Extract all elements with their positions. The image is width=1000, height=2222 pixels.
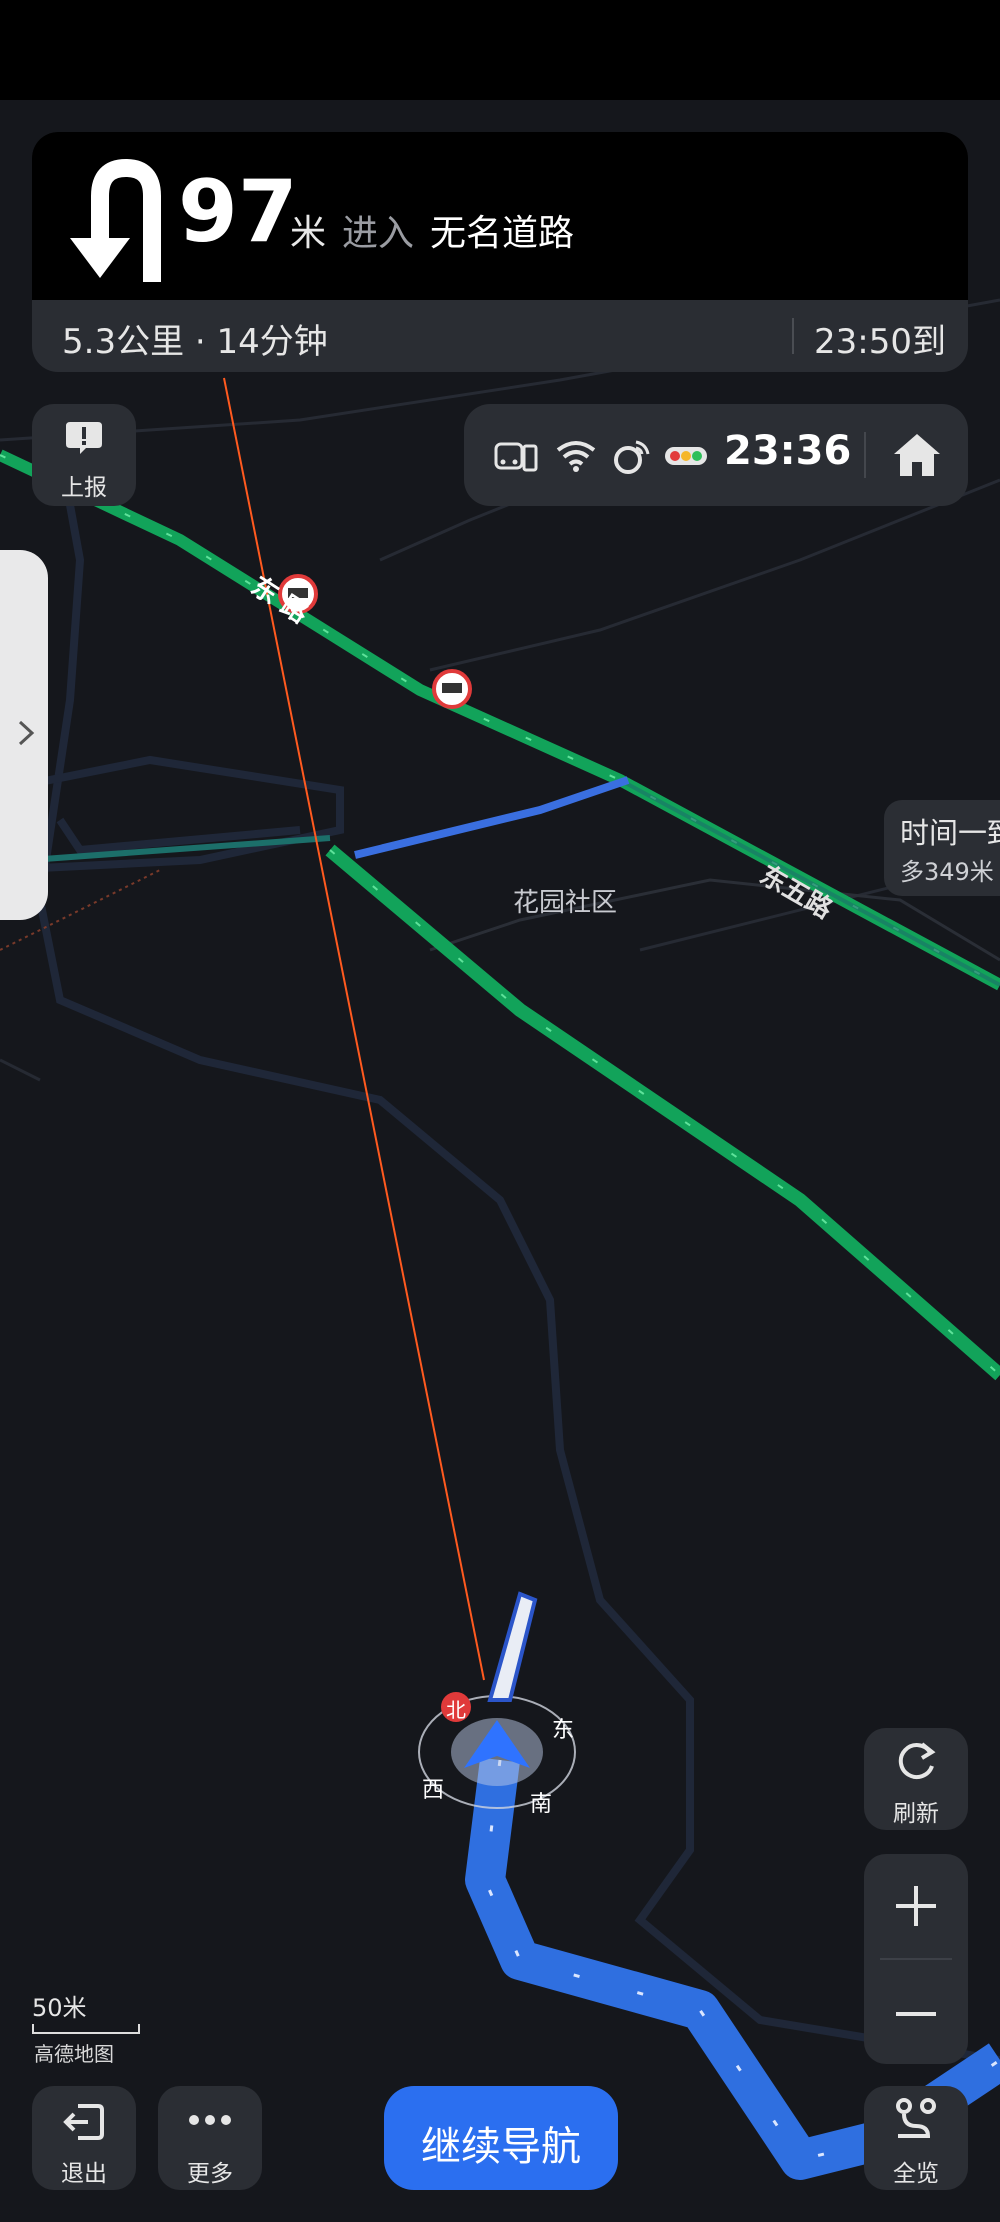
arrival-time: 23:50到 — [814, 322, 946, 362]
refresh-icon — [898, 1742, 936, 1780]
zoom-in-icon[interactable] — [894, 1884, 938, 1928]
gps-signal-icon — [614, 440, 650, 474]
overview-label: 全览 — [893, 2161, 939, 2187]
guidance-card[interactable]: 97 米 进入 无名道路 5.3公里 · 14分钟 23:50到 — [32, 132, 968, 372]
exit-icon — [63, 2104, 104, 2140]
continue-navigation-label: 继续导航 — [421, 2124, 581, 2170]
continue-navigation-button[interactable]: 继续导航 — [384, 2086, 618, 2190]
trip-summary-bar: 5.3公里 · 14分钟 23:50到 — [32, 300, 968, 372]
exit-label: 退出 — [61, 2161, 107, 2187]
chevron-right-icon — [18, 720, 35, 746]
report-button[interactable]: 上报 — [32, 404, 136, 506]
overview-button[interactable]: 全览 — [864, 2086, 968, 2190]
compass-north: 北 — [446, 1698, 466, 1722]
refresh-label: 刷新 — [893, 1801, 939, 1827]
next-road-name: 无名道路 — [430, 213, 575, 254]
divider — [864, 432, 866, 478]
u-turn-icon — [70, 158, 161, 282]
poi-label-community: 花园社区 — [513, 888, 618, 918]
remaining-distance-time: 5.3公里 · 14分钟 — [62, 322, 328, 362]
maneuver-action: 进入 — [342, 213, 415, 254]
wifi-icon — [556, 441, 596, 472]
speed-camera-icon — [432, 669, 472, 709]
divider — [792, 318, 794, 354]
alt-route-link — [354, 776, 630, 859]
compass-east: 东 — [552, 1718, 575, 1743]
zoom-control — [864, 1854, 968, 2064]
route-overview-icon — [896, 2098, 936, 2138]
map-scale-label: 50米 — [32, 1994, 87, 2022]
report-icon — [66, 422, 102, 454]
alt-route-extra: 多349米 — [900, 858, 994, 886]
map-brand: 高德地图 — [34, 2042, 114, 2066]
alt-route-time: 时间一致 — [900, 816, 1000, 850]
compass-south: 南 — [530, 1792, 553, 1817]
status-panel: 23:36 — [464, 404, 968, 506]
side-panel-toggle[interactable] — [0, 550, 48, 920]
refresh-button[interactable]: 刷新 — [864, 1728, 968, 1830]
maneuver-distance: 97 — [178, 162, 298, 262]
system-status-bar — [0, 0, 1000, 100]
distance-unit: 米 — [290, 213, 327, 254]
alt-route-tip[interactable]: 时间一致 多349米 — [884, 800, 1000, 896]
report-label: 上报 — [61, 475, 107, 501]
vehicle-device-icon — [494, 442, 538, 472]
divider — [880, 1958, 952, 1960]
zoom-out-icon[interactable] — [894, 1992, 938, 2036]
exit-button[interactable]: 退出 — [32, 2086, 136, 2190]
traffic-light-icon — [665, 447, 707, 465]
more-label: 更多 — [187, 2161, 233, 2187]
map-scale-bar — [32, 2024, 140, 2034]
more-button[interactable]: 更多 — [158, 2086, 262, 2190]
compass-west: 西 — [422, 1778, 445, 1803]
more-icon — [189, 2115, 231, 2125]
clock: 23:36 — [724, 428, 852, 474]
guidance-top: 97 米 进入 无名道路 — [32, 132, 968, 300]
home-icon[interactable] — [892, 430, 942, 480]
